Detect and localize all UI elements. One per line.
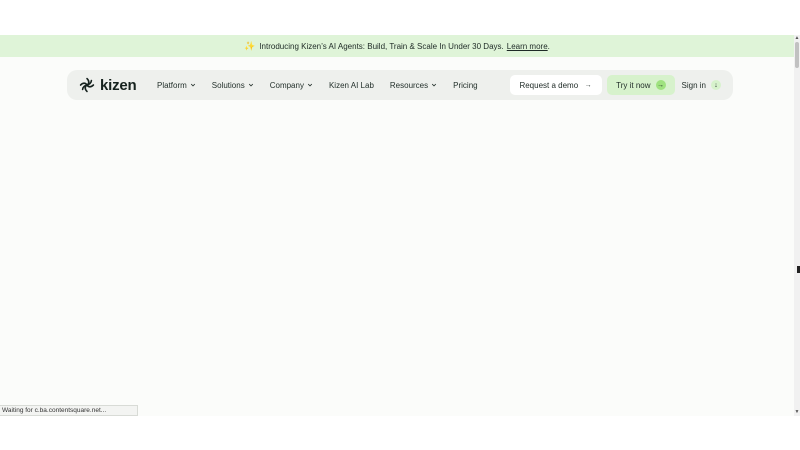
chevron-down-icon — [190, 83, 195, 87]
nav-item-company[interactable]: Company — [270, 81, 313, 90]
status-text: Waiting for c.ba.contentsquare.net... — [2, 407, 107, 414]
arrow-right-icon: → — [655, 80, 666, 90]
bottom-blank-area — [0, 416, 800, 450]
nav-item-platform[interactable]: Platform — [157, 81, 196, 90]
announcement-banner: ✨ Introducing Kizen’s AI Agents: Build, … — [0, 35, 794, 57]
page-scrollbar[interactable]: ▲ ▼ — [794, 35, 800, 416]
nav-item-kizen-ai-lab[interactable]: Kizen AI Lab — [329, 81, 374, 90]
page-body — [0, 57, 794, 416]
scrollbar-thumb[interactable] — [795, 42, 799, 68]
nav-item-label: Kizen AI Lab — [328, 80, 374, 90]
request-demo-button[interactable]: Request a demo → — [510, 75, 603, 95]
kizen-logo-icon — [79, 77, 95, 93]
announcement-period: . — [547, 41, 550, 51]
nav-item-label: Company — [269, 80, 304, 90]
nav-item-label: Platform — [157, 80, 187, 90]
nav-menu: Platform Solutions Company Kizen AI Lab … — [157, 81, 494, 90]
nav-actions: Request a demo → Try it now → Sign in ↓ — [510, 75, 721, 95]
announcement-text: Introducing Kizen’s AI Agents: Build, Tr… — [259, 41, 504, 51]
arrow-down-icon: ↓ — [711, 80, 721, 90]
main-navbar: kizen Platform Solutions Company Kizen A… — [67, 70, 733, 100]
scroll-down-arrow-icon[interactable]: ▼ — [794, 409, 800, 415]
sign-in-button[interactable]: Sign in ↓ — [682, 80, 721, 90]
sparkle-icon: ✨ — [244, 40, 256, 51]
nav-item-pricing[interactable]: Pricing — [453, 81, 477, 90]
try-it-now-button[interactable]: Try it now → — [607, 75, 675, 95]
chevron-down-icon — [248, 83, 253, 87]
request-demo-label: Request a demo — [519, 80, 579, 90]
top-blank-area — [0, 0, 800, 35]
sign-in-label: Sign in — [681, 80, 706, 90]
brand-wordmark: kizen — [100, 76, 137, 94]
learn-more-link[interactable]: Learn more — [507, 42, 548, 51]
nav-item-solutions[interactable]: Solutions — [212, 81, 254, 90]
chevron-down-icon — [432, 83, 437, 87]
chevron-down-icon — [307, 83, 313, 87]
try-it-now-label: Try it now — [616, 80, 651, 90]
kizen-logo[interactable]: kizen — [79, 77, 157, 94]
nav-item-label: Solutions — [211, 80, 245, 90]
nav-item-resources[interactable]: Resources — [390, 81, 437, 90]
scroll-up-arrow-icon[interactable]: ▲ — [794, 35, 800, 41]
arrow-right-icon: → — [583, 80, 594, 90]
nav-item-label: Resources — [389, 80, 429, 90]
browser-status-bar: Waiting for c.ba.contentsquare.net... — [0, 405, 138, 416]
nav-item-label: Pricing — [453, 80, 478, 90]
